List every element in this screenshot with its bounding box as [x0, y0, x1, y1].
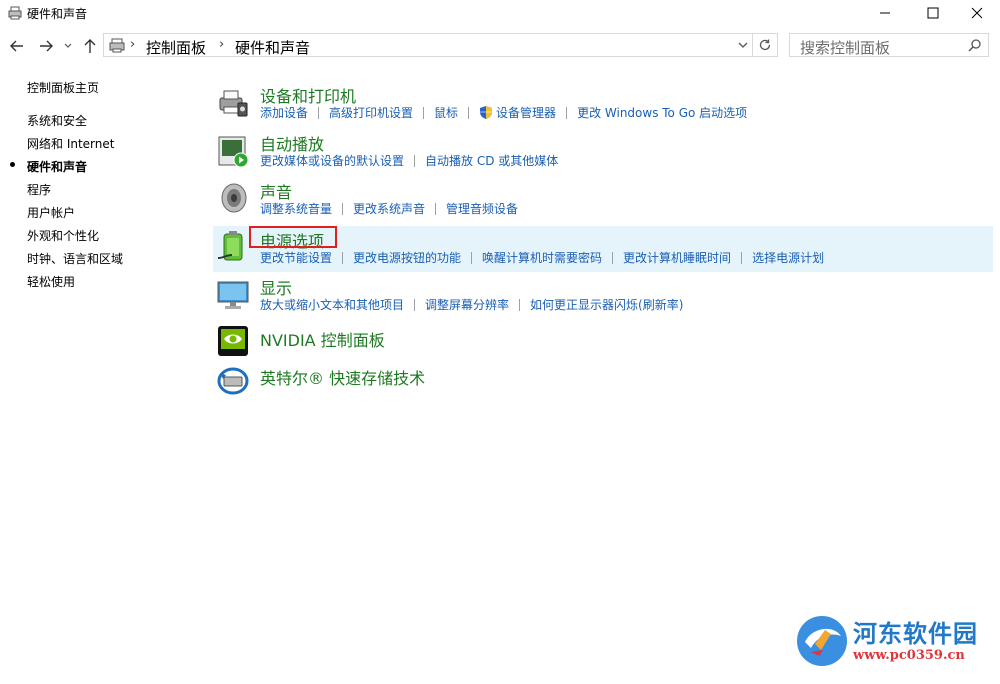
link-change-system-sounds[interactable]: 更改系统声音 [353, 200, 425, 217]
category-title-intel-rapid-storage[interactable]: 英特尔® 快速存储技术 [260, 365, 425, 389]
link-device-manager[interactable]: 设备管理器 [496, 104, 556, 121]
category-links: 调整系统音量 更改系统声音 管理音频设备 [260, 200, 518, 217]
divider [566, 107, 567, 119]
search-box[interactable]: 搜索控制面板 [789, 33, 989, 57]
control-panel-icon [108, 37, 126, 54]
printer-device-icon [216, 86, 250, 120]
refresh-icon [758, 38, 772, 52]
category-autoplay: 自动播放 更改媒体或设备的默认设置 自动播放 CD 或其他媒体 [213, 130, 993, 174]
category-sound: 声音 调整系统音量 更改系统声音 管理音频设备 [213, 178, 993, 222]
close-icon [971, 7, 983, 19]
annotation-highlight-box [249, 226, 337, 248]
sidebar-item-home[interactable]: 控制面板主页 [27, 79, 99, 96]
forward-button[interactable] [36, 36, 56, 56]
category-intel-rapid-storage: 英特尔® 快速存储技术 [213, 362, 993, 398]
window-title: 硬件和声音 [27, 5, 87, 22]
search-icon[interactable] [968, 38, 982, 52]
breadcrumb-control-panel[interactable]: 控制面板 [146, 37, 206, 58]
link-autoplay-cd[interactable]: 自动播放 CD 或其他媒体 [425, 152, 558, 169]
arrow-up-icon [83, 38, 97, 54]
link-choose-power-plan[interactable]: 选择电源计划 [752, 249, 824, 266]
divider [435, 203, 436, 215]
address-bar[interactable]: › 控制面板 › 硬件和声音 [103, 33, 778, 57]
category-devices-printers: 设备和打印机 添加设备 高级打印机设置 鼠标 设备管理器 更改 Windows … [213, 82, 993, 126]
title-bar: 硬件和声音 [0, 0, 1000, 30]
category-links: 更改媒体或设备的默认设置 自动播放 CD 或其他媒体 [260, 152, 558, 169]
divider [741, 252, 742, 264]
link-adjust-volume[interactable]: 调整系统音量 [260, 200, 332, 217]
sidebar-item-network[interactable]: 网络和 Internet [27, 135, 114, 152]
active-indicator [10, 162, 15, 167]
refresh-button[interactable] [752, 34, 777, 56]
sidebar-item-ease-of-access[interactable]: 轻松使用 [27, 273, 75, 290]
link-add-device[interactable]: 添加设备 [260, 104, 308, 121]
link-manage-audio-devices[interactable]: 管理音频设备 [446, 200, 518, 217]
sidebar-item-programs[interactable]: 程序 [27, 181, 51, 198]
breadcrumb-separator: › [219, 37, 224, 52]
breadcrumb-separator: › [130, 37, 135, 52]
chevron-down-icon [64, 43, 72, 49]
category-display: 显示 放大或缩小文本和其他项目 调整屏幕分辨率 如何更正显示器闪烁(刷新率) [213, 274, 993, 318]
watermark-logo-icon [793, 612, 851, 670]
recent-locations-button[interactable] [61, 36, 75, 56]
divider [318, 107, 319, 119]
link-mouse[interactable]: 鼠标 [434, 104, 458, 121]
link-windows-to-go[interactable]: 更改 Windows To Go 启动选项 [577, 104, 747, 121]
sidebar-item-user-accounts[interactable]: 用户帐户 [27, 204, 75, 221]
category-links: 更改节能设置 更改电源按钮的功能 唤醒计算机时需要密码 更改计算机睡眠时间 选择… [260, 249, 824, 266]
category-title-nvidia[interactable]: NVIDIA 控制面板 [260, 327, 385, 351]
divider [342, 203, 343, 215]
divider [519, 299, 520, 311]
minimize-button[interactable] [862, 0, 908, 26]
maximize-button[interactable] [910, 0, 956, 26]
divider [468, 107, 469, 119]
battery-power-icon [216, 230, 250, 264]
divider [612, 252, 613, 264]
watermark: 河东软件园 www.pc0359.cn [793, 612, 993, 672]
link-change-sleep-time[interactable]: 更改计算机睡眠时间 [623, 249, 731, 266]
link-change-power-saving[interactable]: 更改节能设置 [260, 249, 332, 266]
category-nvidia: NVIDIA 控制面板 [213, 322, 993, 362]
link-screen-resolution[interactable]: 调整屏幕分辨率 [425, 296, 509, 313]
watermark-url: www.pc0359.cn [853, 648, 965, 663]
sidebar-item-appearance[interactable]: 外观和个性化 [27, 227, 99, 244]
link-text-size[interactable]: 放大或缩小文本和其他项目 [260, 296, 404, 313]
breadcrumb-hardware-sound[interactable]: 硬件和声音 [235, 37, 310, 58]
maximize-icon [927, 7, 939, 19]
intel-storage-icon [216, 364, 250, 398]
divider [423, 107, 424, 119]
search-placeholder: 搜索控制面板 [800, 37, 890, 58]
nvidia-icon [216, 324, 250, 358]
link-require-password-wake[interactable]: 唤醒计算机时需要密码 [482, 249, 602, 266]
arrow-left-icon [9, 39, 25, 53]
uac-shield-icon [479, 105, 493, 120]
autoplay-icon [216, 134, 250, 168]
arrow-right-icon [38, 39, 54, 53]
monitor-icon [216, 278, 250, 312]
minimize-icon [879, 7, 891, 19]
divider [414, 299, 415, 311]
category-links: 放大或缩小文本和其他项目 调整屏幕分辨率 如何更正显示器闪烁(刷新率) [260, 296, 683, 313]
back-button[interactable] [7, 36, 27, 56]
link-power-button-function[interactable]: 更改电源按钮的功能 [353, 249, 461, 266]
chevron-down-icon[interactable] [737, 38, 749, 52]
divider [414, 155, 415, 167]
speaker-icon [216, 181, 250, 215]
sidebar-item-clock-region[interactable]: 时钟、语言和区域 [27, 250, 123, 267]
close-button[interactable] [954, 0, 1000, 26]
hardware-sound-icon [7, 5, 23, 21]
link-change-media-defaults[interactable]: 更改媒体或设备的默认设置 [260, 152, 404, 169]
divider [342, 252, 343, 264]
link-refresh-rate[interactable]: 如何更正显示器闪烁(刷新率) [530, 296, 683, 313]
sidebar-item-system-security[interactable]: 系统和安全 [27, 112, 87, 129]
up-button[interactable] [80, 36, 100, 56]
link-advanced-printer-setup[interactable]: 高级打印机设置 [329, 104, 413, 121]
category-links: 添加设备 高级打印机设置 鼠标 设备管理器 更改 Windows To Go 启… [260, 104, 747, 121]
watermark-name: 河东软件园 [853, 614, 978, 649]
sidebar-item-hardware-sound[interactable]: 硬件和声音 [27, 158, 87, 175]
divider [471, 252, 472, 264]
